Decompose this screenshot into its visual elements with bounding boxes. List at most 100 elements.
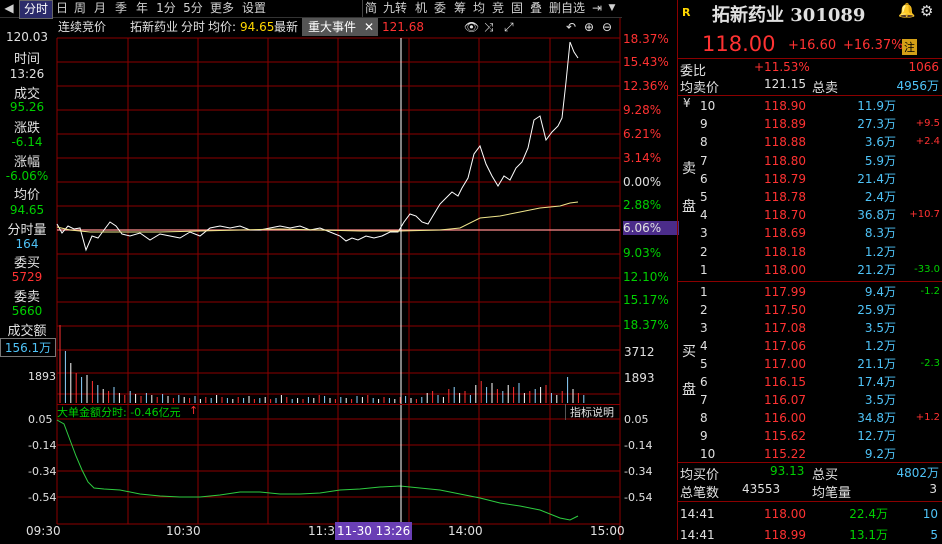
bid-change: -1.2 — [920, 286, 940, 297]
order-ratio-count: 1066 — [908, 60, 939, 74]
ask-price: 118.70 — [764, 208, 806, 223]
bid-level: 2 — [700, 303, 708, 317]
ask-row[interactable]: 6 118.79 21.4万 — [678, 170, 942, 188]
axis-pct-10: 12.10% — [623, 270, 669, 284]
ind-axis-left-0: 0.05 — [28, 413, 53, 426]
ind-axis-right-1: -0.14 — [624, 439, 653, 452]
tick-volume: 22.4万 — [849, 507, 888, 521]
ask-volume: 5.9万 — [864, 153, 896, 168]
ask-volume: 36.8万 — [857, 208, 896, 223]
avg-ask-value: 121.15 — [764, 77, 806, 91]
ask-volume: 8.3万 — [864, 226, 896, 241]
ask-row[interactable]: 3 118.69 8.3万 — [678, 224, 942, 242]
vol-axis-right-0: 3712 — [624, 345, 655, 359]
total-bid-label: 总买 — [812, 468, 839, 483]
ask-price: 118.00 — [764, 262, 806, 277]
ind-axis-left-1: -0.14 — [28, 439, 57, 452]
ask-price: 118.79 — [764, 171, 806, 186]
avg-lot-label: 均笔量 — [812, 486, 852, 501]
bid-price: 117.08 — [764, 321, 806, 335]
tick-time: 14:41 — [680, 507, 715, 521]
bid-volume: 34.8万 — [857, 411, 896, 425]
ind-axis-right-2: -0.34 — [624, 465, 653, 478]
ask-row[interactable]: 1 118.00 21.2万 -33.0 — [678, 261, 942, 279]
bid-volume: 17.4万 — [857, 375, 896, 389]
bid-volume: 3.5万 — [864, 393, 896, 407]
bid-row[interactable]: 1 117.99 9.4万 -1.2 — [678, 283, 942, 301]
axis-pct-8: 6.06% — [623, 221, 680, 235]
axis-pct-3: 9.28% — [623, 103, 662, 117]
bid-price: 116.15 — [764, 375, 806, 389]
last-price: 118.00 — [702, 32, 776, 56]
tick-list: 14:41 118.00 22.4万 10 14:41 118.99 13.1万 5 — [678, 504, 942, 542]
ask-row[interactable]: 8 118.88 3.6万 +2.4 — [678, 133, 942, 151]
gear-icon[interactable]: ⚙ — [920, 2, 933, 20]
ask-row[interactable]: 9 118.89 27.3万 +9.5 — [678, 115, 942, 133]
ind-axis-right-3: -0.54 — [624, 491, 653, 504]
ask-row[interactable]: 5 118.78 2.4万 — [678, 188, 942, 206]
ask-level: 10 — [700, 99, 716, 113]
bell-icon[interactable]: 🔔 — [898, 3, 915, 19]
bid-change: +1.2 — [915, 412, 940, 423]
price-change: +16.60 — [788, 38, 837, 53]
bid-change: -2.3 — [920, 358, 940, 369]
bid-volume: 9.4万 — [864, 285, 896, 299]
total-ask-value: 4956万 — [896, 79, 939, 93]
app-logo: R — [682, 6, 691, 19]
tick-volume: 13.1万 — [849, 528, 888, 542]
bid-row[interactable]: 3 117.08 3.5万 — [678, 319, 942, 337]
axis-pct-11: 15.17% — [623, 293, 669, 307]
bid-level: 6 — [700, 375, 708, 389]
bid-row[interactable]: 10 115.22 9.2万 — [678, 445, 942, 463]
ask-volume: 27.3万 — [857, 117, 896, 132]
avg-lot-value: 3 — [929, 482, 937, 496]
intraday-chart[interactable] — [0, 0, 622, 540]
axis-pct-5: 3.14% — [623, 151, 662, 165]
bid-row[interactable]: 7 116.07 3.5万 — [678, 391, 942, 409]
ask-row[interactable]: 4 118.70 36.8万 +10.7 — [678, 206, 942, 224]
cursor-time-label: 11-30 13:26 — [335, 522, 413, 540]
bid-row[interactable]: 6 116.15 17.4万 — [678, 373, 942, 391]
ask-price: 118.90 — [764, 99, 806, 113]
ind-axis-right-0: 0.05 — [624, 413, 649, 426]
axis-pct-7: 2.88% — [623, 198, 662, 212]
ask-row[interactable]: 7 118.80 5.9万 — [678, 152, 942, 170]
ask-row[interactable]: 2 118.18 1.2万 — [678, 243, 942, 261]
bid-row[interactable]: 9 115.62 12.7万 — [678, 427, 942, 445]
ask-level: 8 — [700, 135, 708, 150]
bid-level: 1 — [700, 285, 708, 299]
axis-pct-6: 0.00% — [623, 175, 662, 189]
ask-volume: 21.4万 — [857, 171, 896, 186]
bid-volume: 12.7万 — [857, 429, 896, 443]
ask-volume: 2.4万 — [864, 190, 896, 204]
bid-level: 5 — [700, 357, 708, 371]
ask-level: 9 — [700, 117, 708, 132]
ask-price: 118.78 — [764, 190, 806, 204]
bid-price: 117.06 — [764, 339, 806, 353]
bid-row[interactable]: 2 117.50 25.9万 — [678, 301, 942, 319]
tick-count: 5 — [930, 528, 938, 542]
bottom-summary: 均买价 93.13 总买 4802万 总笔数 43553 均笔量 3 — [678, 462, 942, 502]
bid-row[interactable]: 4 117.06 1.2万 — [678, 337, 942, 355]
indicator-title: 大单金额分时: -0.46亿元 — [57, 406, 181, 419]
bid-row[interactable]: 8 116.00 34.8万 +1.2 — [678, 409, 942, 427]
ask-price: 118.80 — [764, 153, 806, 168]
ask-change: +9.5 — [915, 118, 940, 130]
indicator-header: 大单金额分时: -0.46亿元 ↑ 指标说明 — [57, 404, 620, 420]
bid-volume: 25.9万 — [857, 303, 896, 317]
axis-pct-1: 15.43% — [623, 55, 669, 69]
ask-row[interactable]: 10 118.90 11.9万 — [678, 97, 942, 115]
ask-level: 6 — [700, 171, 708, 186]
stock-title: 拓新药业 301089 — [712, 5, 866, 26]
bid-price: 117.99 — [764, 285, 806, 299]
bid-book: 1 117.99 9.4万 -1.2 2 117.50 25.9万 3 117.08 3.5万 4 1… — [678, 282, 942, 462]
ask-volume: 1.2万 — [864, 244, 896, 259]
time-axis-1: 10:30 — [166, 524, 201, 538]
note-badge[interactable]: 注 — [902, 39, 917, 55]
ask-change: +2.4 — [915, 136, 940, 148]
bid-price: 117.00 — [764, 357, 806, 371]
avg-bid-label: 均买价 — [680, 468, 720, 483]
bid-row[interactable]: 5 117.00 21.1万 -2.3 — [678, 355, 942, 373]
tick-row: 14:41 118.99 13.1万 5 — [678, 526, 942, 544]
indicator-help-button[interactable]: 指标说明 — [565, 404, 614, 420]
